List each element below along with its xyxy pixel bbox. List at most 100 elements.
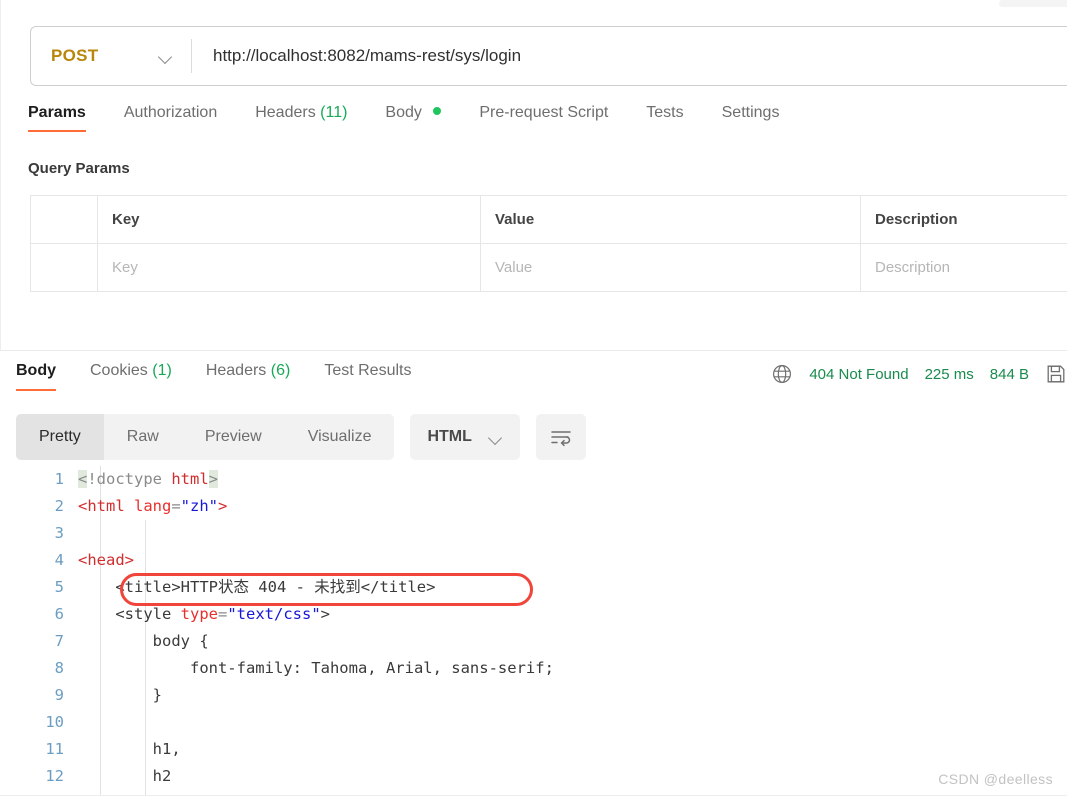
line-number: 2 <box>54 497 64 515</box>
line-number: 1 <box>54 470 64 488</box>
request-tab-body[interactable]: Body <box>385 104 442 132</box>
request-tab-settings[interactable]: Settings <box>722 104 780 132</box>
code-token: "text/css" <box>227 605 321 623</box>
code-line-text: <!doctype html> <box>78 466 219 493</box>
code-line: 11 h1, <box>0 736 1067 763</box>
line-number: 8 <box>54 659 64 677</box>
request-tab-pre-request-script-label: Pre-request Script <box>479 104 609 121</box>
request-tab-authorization[interactable]: Authorization <box>124 104 217 132</box>
request-tab-params-label: Params <box>28 104 86 121</box>
param-description-input[interactable]: Description <box>860 243 1067 292</box>
view-mode-preview[interactable]: Preview <box>182 414 285 460</box>
line-number: 11 <box>45 740 64 758</box>
table-header-row: Key Value Description <box>30 195 1067 244</box>
response-panel-divider <box>0 350 1067 351</box>
view-mode-raw[interactable]: Raw <box>104 414 182 460</box>
code-token: > <box>208 470 219 488</box>
line-number: 5 <box>54 578 64 596</box>
code-line: 12 h2 <box>0 763 1067 790</box>
corner-tab-stub <box>999 0 1067 7</box>
response-body-code-viewer[interactable]: 1 <!doctype html> 2 <html lang="zh"> 3 4… <box>0 466 1067 796</box>
code-line-text: body { <box>78 632 209 650</box>
view-mode-pretty-label: Pretty <box>39 428 81 445</box>
line-number: 3 <box>54 524 64 542</box>
response-status: 404 Not Found <box>809 365 909 383</box>
response-tab-cookies-count: (1) <box>152 362 172 379</box>
view-mode-preview-label: Preview <box>204 428 262 445</box>
line-number: 6 <box>54 605 64 623</box>
code-token: <html <box>78 497 134 515</box>
request-tab-headers[interactable]: Headers (11) <box>255 104 347 132</box>
request-tab-headers-count: (11) <box>320 104 348 121</box>
table-row: Key Value Description <box>30 243 1067 292</box>
watermark: CSDN @deelless <box>938 771 1053 787</box>
request-tab-tests-label: Tests <box>646 104 684 121</box>
code-line: 9 } <box>0 682 1067 709</box>
response-tab-test-results-label: Test Results <box>324 362 412 379</box>
globe-icon <box>771 363 793 385</box>
code-line: 1 <!doctype html> <box>0 466 1067 493</box>
response-tab-headers-label: Headers <box>205 362 267 379</box>
response-size: 844 B <box>989 365 1029 383</box>
response-meta-bar: 404 Not Found 225 ms 844 B <box>771 363 1067 385</box>
param-key-input[interactable]: Key <box>97 243 481 292</box>
code-token: > <box>320 605 330 623</box>
request-tab-tests[interactable]: Tests <box>646 104 683 132</box>
code-line-text: <head> <box>78 551 134 569</box>
column-header-key: Key <box>97 195 481 244</box>
column-header-description: Description <box>860 195 1067 244</box>
query-params-title: Query Params <box>28 160 130 177</box>
code-line: 8 font-family: Tahoma, Arial, sans-serif… <box>0 655 1067 682</box>
response-tab-cookies-label: Cookies <box>90 362 148 379</box>
line-number: 4 <box>54 551 64 569</box>
response-tab-headers[interactable]: Headers (6) <box>206 362 291 391</box>
response-format-select[interactable]: HTML <box>410 414 520 460</box>
request-url-bar: POST <box>30 26 1067 86</box>
code-token: html <box>171 470 209 488</box>
code-line-text: <style type="text/css"> <box>78 601 330 628</box>
response-tab-headers-count: (6) <box>270 362 291 379</box>
row-checkbox-cell[interactable] <box>30 243 98 292</box>
request-tab-settings-label: Settings <box>721 104 780 121</box>
request-tab-params[interactable]: Params <box>28 104 86 132</box>
response-tab-cookies[interactable]: Cookies (1) <box>90 362 172 391</box>
response-tab-test-results[interactable]: Test Results <box>324 362 411 391</box>
response-tab-body[interactable]: Body <box>16 362 56 391</box>
response-time: 225 ms <box>924 365 974 383</box>
code-line: 6 <style type="text/css"> <box>0 601 1067 628</box>
code-token: < <box>78 470 88 488</box>
chevron-down-icon <box>158 52 173 61</box>
request-tab-headers-label: Headers <box>255 104 316 121</box>
code-token: lang <box>134 497 172 515</box>
code-line-text: } <box>78 686 162 704</box>
response-tab-bar: Body Cookies (1) Headers (6) Test Result… <box>16 362 445 391</box>
left-edge-rule <box>0 0 1 14</box>
request-url-input[interactable] <box>192 27 1067 85</box>
param-value-input[interactable]: Value <box>480 243 861 292</box>
select-all-cell[interactable] <box>30 195 98 244</box>
response-format-label: HTML <box>427 428 472 445</box>
code-line: 10 <box>0 709 1067 736</box>
code-line-text: <title>HTTP状态 404 - 未找到</title> <box>78 578 436 596</box>
view-mode-visualize[interactable]: Visualize <box>285 414 395 460</box>
column-header-value: Value <box>480 195 861 244</box>
request-tab-pre-request-script[interactable]: Pre-request Script <box>479 104 608 132</box>
line-number: 7 <box>54 632 64 650</box>
save-icon[interactable] <box>1045 363 1067 385</box>
request-tab-authorization-label: Authorization <box>123 104 218 121</box>
line-number: 10 <box>45 713 64 731</box>
code-line: 2 <html lang="zh"> <box>0 493 1067 520</box>
code-line: 7 body { <box>0 628 1067 655</box>
code-token: <style <box>78 605 181 623</box>
http-method-select[interactable]: POST <box>31 27 191 85</box>
body-present-dot-icon <box>433 107 442 115</box>
code-line: 4 <head> <box>0 547 1067 574</box>
chevron-down-icon <box>488 433 503 442</box>
code-line-text: font-family: Tahoma, Arial, sans-serif; <box>78 659 554 677</box>
view-mode-pretty[interactable]: Pretty <box>16 414 104 460</box>
view-mode-visualize-label: Visualize <box>307 428 372 445</box>
word-wrap-toggle[interactable] <box>535 414 586 460</box>
response-body-toolbar: Pretty Raw Preview Visualize HTML <box>16 414 586 460</box>
code-line: 5 <title>HTTP状态 404 - 未找到</title> <box>0 574 1067 601</box>
line-number: 12 <box>45 767 64 785</box>
